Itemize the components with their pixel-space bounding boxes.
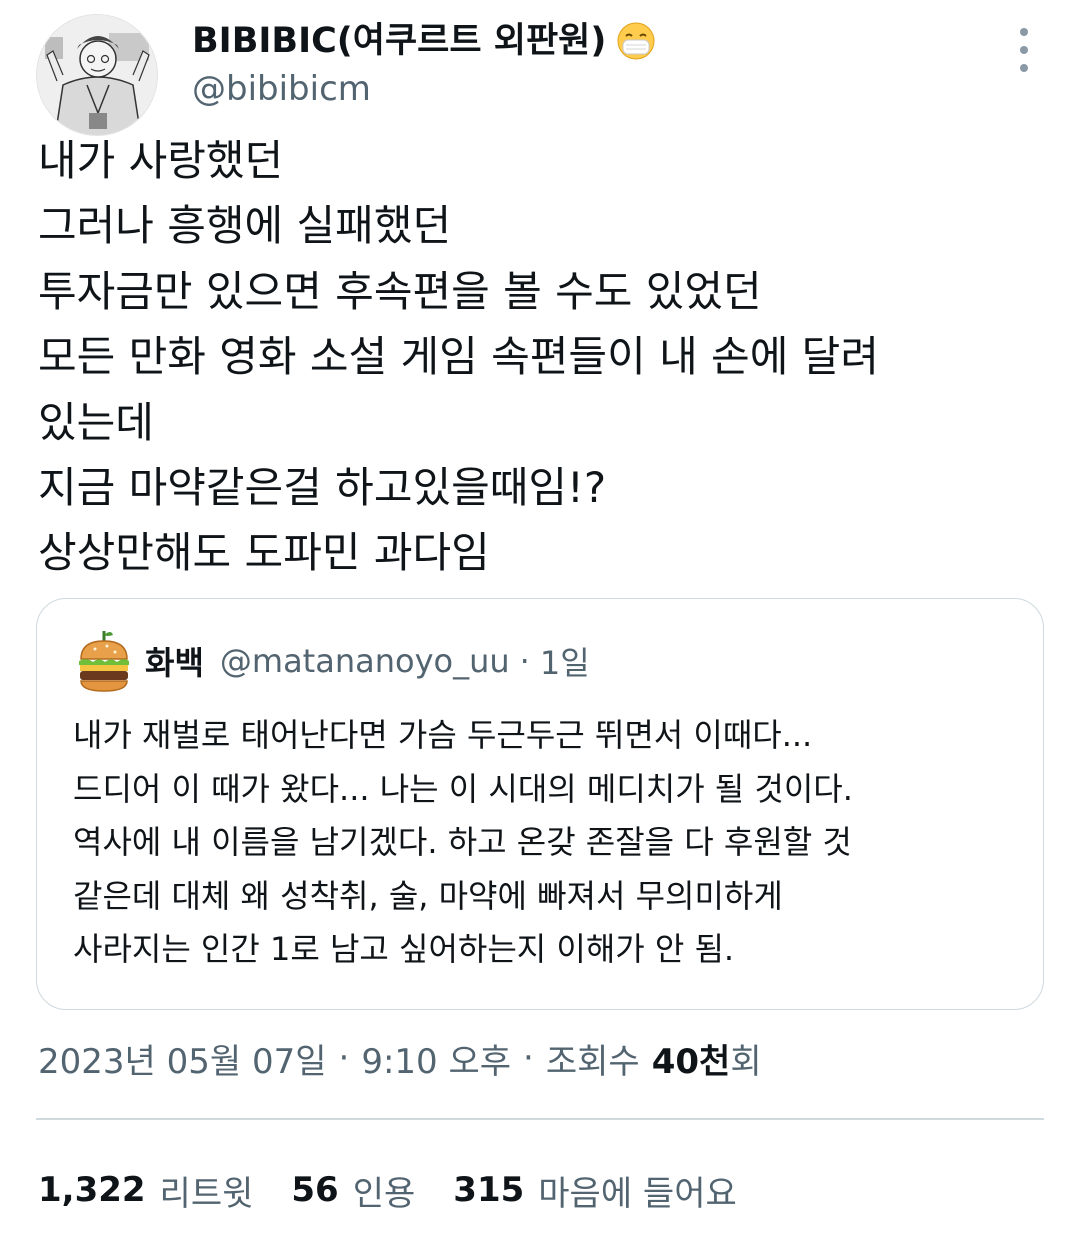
divider [36,1118,1044,1120]
separator-dot: · [338,1038,350,1078]
more-vertical-icon[interactable] [1014,28,1034,72]
hamburger-avatar-icon[interactable] [77,629,131,693]
author-display-name-text: BIBIBIC(여쿠르트 외판원) [192,21,607,61]
tweet-line: 모든 만화 영화 소설 게임 속편들이 내 손에 달려 [38,332,879,382]
sketch-portrait-avatar-icon [37,15,157,135]
tweet-detail-page: BIBIBIC(여쿠르트 외판원) @bibibicm 내가 사랑했던 그러나 … [0,0,1080,1236]
like-count[interactable]: 315 [453,1170,524,1210]
quoted-author-handle[interactable]: @matananoyo_uu [220,642,510,680]
author-handle[interactable]: @bibibicm [192,64,656,114]
quoted-tweet-line: 사라지는 인간 1로 남고 싶어하는지 이해가 안 됨. [73,930,735,968]
tweet-date[interactable]: 2023년 05월 07일 [38,1034,327,1083]
tweet-line: 상상만해도 도파민 과다임 [38,528,490,578]
quoted-tweet-time[interactable]: 1일 [540,638,590,684]
tweet-header: BIBIBIC(여쿠르트 외판원) @bibibicm [36,10,1046,136]
tweet-line: 내가 사랑했던 [38,136,284,185]
quoted-tweet-line: 역사에 내 이름을 남기겠다. 하고 온갖 존잘을 다 후원할 것 [73,823,852,861]
author-avatar[interactable] [36,14,158,136]
quoted-tweet-line: 드디어 이 때가 왔다... 나는 이 시대의 메디치가 될 것이다. [73,769,853,808]
quoted-tweet-line: 같은데 대체 왜 성착취, 술, 마약에 빠져서 무의미하게 [73,876,783,915]
quote-label[interactable]: 인용 [353,1166,416,1215]
author-names: BIBIBIC(여쿠르트 외판원) @bibibicm [192,18,656,114]
quoted-tweet-header: 화백 @matananoyo_uu · 1일 [77,629,590,693]
views-count[interactable]: 40천 [652,1034,731,1083]
tweet-meta: 2023년 05월 07일 · 9:10 오후 · 조회수 40천 회 [38,1030,762,1086]
tweet-line: 그러나 흥행에 실패했던 [38,201,452,251]
tweet-line: 있는데 [38,397,154,447]
views-suffix: 회 [730,1041,762,1082]
tweet-text: 내가 사랑했던 그러나 흥행에 실패했던 투자금만 있으면 후속편을 볼 수도 … [38,128,1048,586]
retweet-label[interactable]: 리트윗 [160,1166,254,1215]
separator-dot: · [523,1038,534,1078]
quoted-tweet-line: 내가 재벌로 태어난다면 가슴 두근두근 뛰면서 이때다... [73,716,813,754]
quote-count[interactable]: 56 [291,1170,338,1210]
retweet-count[interactable]: 1,322 [38,1170,146,1210]
quoted-author-name[interactable]: 화백 [145,638,204,684]
engagement-stats: 1,322 리트윗 56 인용 315 마음에 들어요 [38,1162,737,1218]
views-label: 조회수 [545,1041,640,1082]
like-label[interactable]: 마음에 들어요 [538,1166,737,1215]
quoted-tweet-text: 내가 재벌로 태어난다면 가슴 두근두근 뛰면서 이때다... 드디어 이 때가… [73,709,1033,977]
mask-face-emoji-icon [616,21,656,61]
author-display-name[interactable]: BIBIBIC(여쿠르트 외판원) [192,18,656,64]
tweet-time[interactable]: 9:10 오후 [361,1034,511,1083]
tweet-line: 투자금만 있으면 후속편을 볼 수도 있었던 [38,266,762,316]
quoted-tweet-card[interactable]: 화백 @matananoyo_uu · 1일 내가 재벌로 태어난다면 가슴 두… [36,598,1044,1010]
separator-dot: · [519,642,530,680]
tweet-line: 지금 마약같은걸 하고있을때임!? [38,463,607,513]
